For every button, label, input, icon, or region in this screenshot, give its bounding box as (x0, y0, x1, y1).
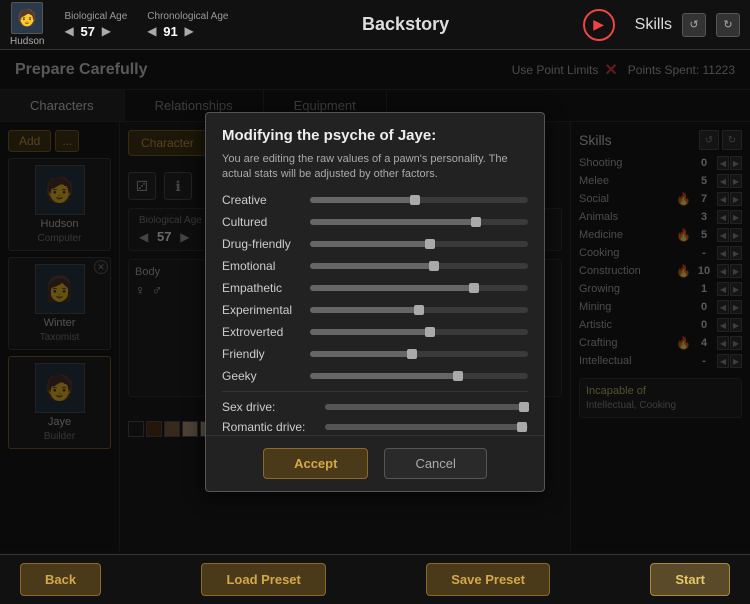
modal-footer: Accept Cancel (206, 435, 544, 491)
trait-fill-8 (310, 373, 458, 379)
main-content: Prepare Carefully Use Point Limits ✕ Poi… (0, 50, 750, 554)
trait-thumb-1[interactable] (471, 217, 481, 227)
trait-track-6[interactable] (310, 329, 528, 335)
trait-thumb-0[interactable] (410, 195, 420, 205)
save-preset-button[interactable]: Save Preset (426, 563, 550, 596)
top-character: 🧑 Hudson (10, 2, 44, 47)
start-button[interactable]: Start (650, 563, 730, 596)
modal-scroll[interactable]: Creative Cultured Drug-friendly Emotiona… (206, 193, 544, 435)
bio-age-control: Biological Age ◀ 57 ▶ (64, 11, 127, 39)
trait-fill-6 (310, 329, 430, 335)
top-char-name: Hudson (10, 36, 44, 47)
trait-fill-7 (310, 351, 412, 357)
trait-thumb-7[interactable] (407, 349, 417, 359)
trait-name-6: Extroverted (222, 325, 302, 339)
load-preset-button[interactable]: Load Preset (201, 563, 325, 596)
romantic-drive-row: Romantic drive: (222, 420, 528, 434)
skills-undo-icon[interactable]: ↺ (682, 13, 706, 37)
trait-thumb-4[interactable] (469, 283, 479, 293)
top-bar: 🧑 Hudson Biological Age ◀ 57 ▶ Chronolog… (0, 0, 750, 50)
trait-rows: Creative Cultured Drug-friendly Emotiona… (222, 193, 528, 383)
play-button[interactable]: ▶ (583, 9, 615, 41)
age-section: Biological Age ◀ 57 ▶ Chronological Age … (64, 11, 228, 39)
trait-thumb-5[interactable] (414, 305, 424, 315)
trait-name-7: Friendly (222, 347, 302, 361)
trait-fill-5 (310, 307, 419, 313)
trait-track-5[interactable] (310, 307, 528, 313)
sex-drive-track[interactable] (325, 404, 528, 410)
section-title: Backstory (248, 14, 562, 35)
sex-drive-label: Sex drive: (222, 400, 317, 414)
accept-button[interactable]: Accept (263, 448, 368, 479)
trait-track-0[interactable] (310, 197, 528, 203)
trait-track-8[interactable] (310, 373, 528, 379)
sex-drive-section: Sex drive: Romantic drive: (222, 400, 528, 435)
modal-title: Modifying the psyche of Jaye: (206, 113, 544, 152)
trait-name-0: Creative (222, 193, 302, 207)
trait-track-4[interactable] (310, 285, 528, 291)
top-avatar: 🧑 (11, 2, 43, 34)
trait-fill-1 (310, 219, 476, 225)
trait-row-cultured: Cultured (222, 215, 528, 229)
sex-drive-thumb[interactable] (519, 402, 529, 412)
trait-row-friendly: Friendly (222, 347, 528, 361)
skills-top-section: Skills ↺ ↻ (635, 13, 740, 37)
trait-row-geeky: Geeky (222, 369, 528, 383)
sex-drive-row: Sex drive: (222, 400, 528, 414)
trait-name-5: Experimental (222, 303, 302, 317)
sex-drive-fill (325, 404, 524, 410)
trait-row-emotional: Emotional (222, 259, 528, 273)
trait-row-drug-friendly: Drug-friendly (222, 237, 528, 251)
trait-fill-2 (310, 241, 430, 247)
trait-thumb-6[interactable] (425, 327, 435, 337)
chrono-age-stepper: ◀ 91 ▶ (147, 24, 193, 39)
skills-top-label: Skills (635, 16, 672, 34)
romantic-drive-fill (325, 424, 522, 430)
trait-thumb-2[interactable] (425, 239, 435, 249)
modal-overlay: Modifying the psyche of Jaye: You are ed… (0, 50, 750, 554)
trait-fill-0 (310, 197, 415, 203)
chrono-age-increment[interactable]: ▶ (185, 24, 194, 38)
cancel-button[interactable]: Cancel (384, 448, 486, 479)
romantic-drive-label: Romantic drive: (222, 420, 317, 434)
bio-age-increment[interactable]: ▶ (102, 24, 111, 38)
trait-row-creative: Creative (222, 193, 528, 207)
chrono-age-label: Chronological Age (147, 11, 228, 22)
chrono-age-value: 91 (161, 24, 181, 39)
bottom-bar: Back Load Preset Save Preset Start (0, 554, 750, 604)
trait-thumb-3[interactable] (429, 261, 439, 271)
skills-redo-icon[interactable]: ↻ (716, 13, 740, 37)
trait-thumb-8[interactable] (453, 371, 463, 381)
trait-fill-4 (310, 285, 474, 291)
bio-age-stepper: ◀ 57 ▶ (64, 24, 110, 39)
trait-row-empathetic: Empathetic (222, 281, 528, 295)
trait-row-extroverted: Extroverted (222, 325, 528, 339)
trait-fill-3 (310, 263, 434, 269)
trait-track-7[interactable] (310, 351, 528, 357)
chrono-age-decrement[interactable]: ◀ (147, 24, 156, 38)
trait-name-1: Cultured (222, 215, 302, 229)
trait-track-1[interactable] (310, 219, 528, 225)
trait-name-2: Drug-friendly (222, 237, 302, 251)
modal-description: You are editing the raw values of a pawn… (206, 152, 544, 193)
trait-name-3: Emotional (222, 259, 302, 273)
bio-age-label: Biological Age (64, 11, 127, 22)
bio-age-value: 57 (78, 24, 98, 39)
trait-track-2[interactable] (310, 241, 528, 247)
bio-age-decrement[interactable]: ◀ (64, 24, 73, 38)
romantic-drive-thumb[interactable] (517, 422, 527, 432)
chrono-age-control: Chronological Age ◀ 91 ▶ (147, 11, 228, 39)
psyche-modal: Modifying the psyche of Jaye: You are ed… (205, 112, 545, 492)
trait-row-experimental: Experimental (222, 303, 528, 317)
romantic-drive-track[interactable] (325, 424, 528, 430)
trait-track-3[interactable] (310, 263, 528, 269)
modal-divider (222, 391, 528, 392)
back-button[interactable]: Back (20, 563, 101, 596)
trait-name-4: Empathetic (222, 281, 302, 295)
trait-name-8: Geeky (222, 369, 302, 383)
